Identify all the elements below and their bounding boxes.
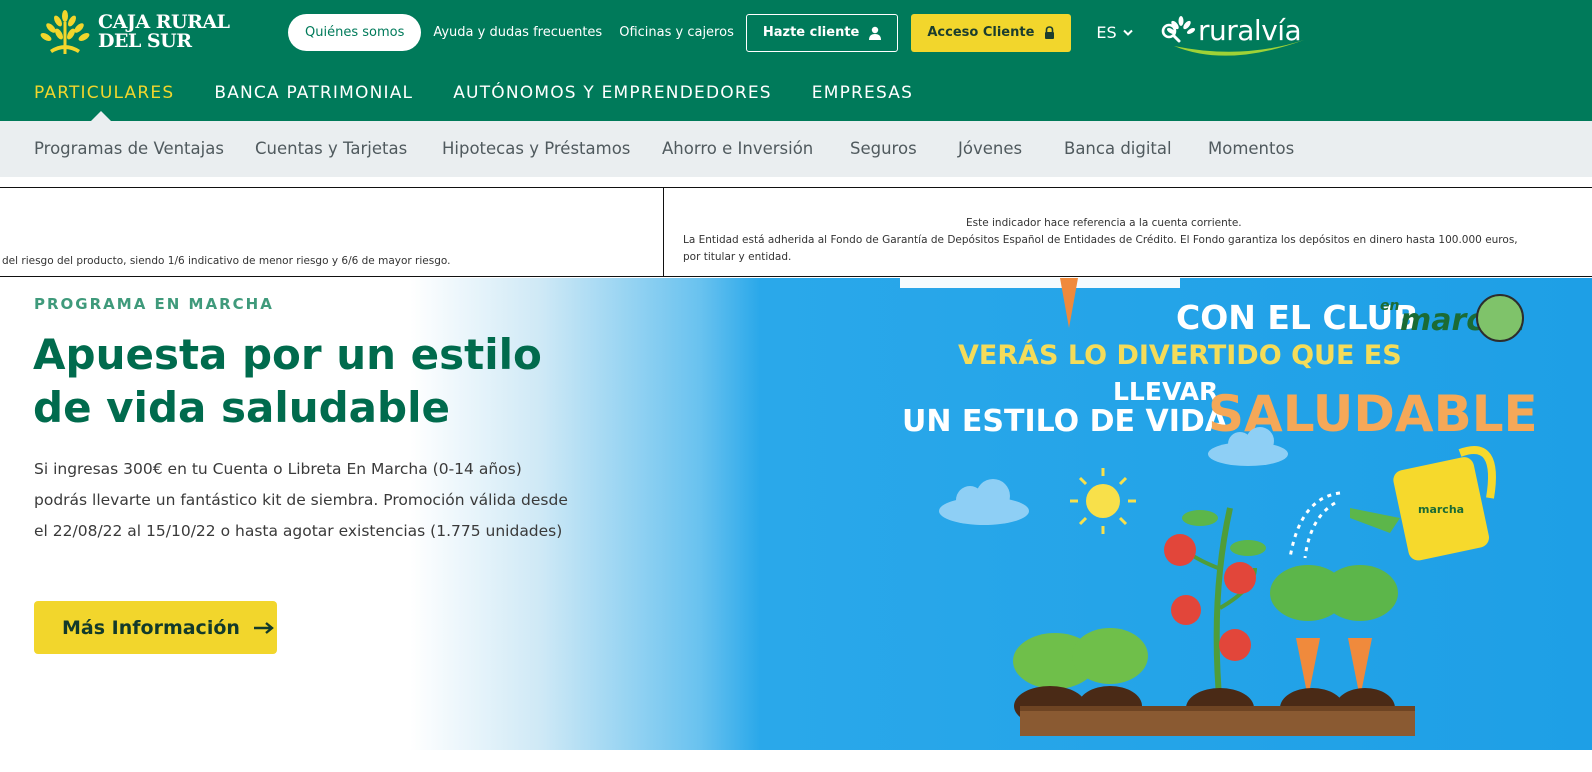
lettuce-icon (1013, 628, 1148, 689)
become-client-label: Hazte cliente (762, 25, 860, 40)
logo-line-2: DEL SUR (98, 30, 192, 52)
subnav-seguros[interactable]: Seguros (850, 139, 917, 158)
hero-eyebrow: PROGRAMA EN MARCHA (34, 295, 274, 313)
become-client-button[interactable]: Hazte cliente (745, 13, 899, 52)
ruralvia-logo[interactable]: ruralvía (1166, 14, 1311, 60)
watering-can-icon: marcha (1350, 446, 1496, 561)
logo-wordmark: CAJA RURAL DEL SUR (98, 13, 230, 52)
client-access-button[interactable]: Acceso Cliente (911, 13, 1072, 52)
hero-title-line-1: Apuesta por un estilo (33, 330, 542, 379)
top-links: Quiénes somos Ayuda y dudas frecuentes O… (288, 13, 1181, 52)
subnav-jovenes[interactable]: Jóvenes (958, 139, 1022, 158)
carrot-top-icon (1060, 278, 1078, 328)
nav-autonomos-emprendedores[interactable]: AUTÓNOMOS Y EMPRENDEDORES (453, 83, 772, 103)
art-line-llevar: LLEVAR (1113, 377, 1218, 406)
ruralvia-swoosh (1174, 40, 1304, 56)
language-label: ES (1096, 23, 1117, 42)
main-navigation: PARTICULARES BANCA PATRIMONIAL AUTÓNOMOS… (34, 83, 953, 103)
can-logo: marcha (1418, 503, 1464, 516)
regulatory-info-strip: del riesgo del producto, siendo 1/6 indi… (0, 187, 1592, 277)
offices-atms-link[interactable]: Oficinas y cajeros (619, 25, 734, 40)
nav-banca-patrimonial[interactable]: BANCA PATRIMONIAL (214, 83, 413, 103)
subnav-ahorro-inversion[interactable]: Ahorro e Inversión (662, 139, 813, 158)
hero-description: Si ingresas 300€ en tu Cuenta o Libreta … (34, 460, 568, 540)
client-access-label: Acceso Cliente (927, 25, 1035, 40)
indicator-reference-text: Este indicador hace referencia a la cuen… (966, 217, 1242, 229)
subnav-cuentas-tarjetas[interactable]: Cuentas y Tarjetas (255, 139, 407, 158)
help-faq-link[interactable]: Ayuda y dudas frecuentes (433, 25, 602, 40)
sub-navigation: Programas de Ventajas Cuentas y Tarjetas… (0, 121, 1592, 177)
carrot-icon (1270, 565, 1398, 698)
hero-title-line-2: de vida saludable (33, 383, 450, 432)
user-icon (869, 26, 882, 40)
subnav-banca-digital[interactable]: Banca digital (1064, 139, 1172, 158)
about-us-link[interactable]: Quiénes somos (288, 14, 422, 51)
tomato-plant-icon (1164, 507, 1266, 709)
caja-rural-logo[interactable]: CAJA RURAL DEL SUR (38, 10, 230, 54)
arrow-right-icon (253, 621, 274, 634)
risk-indicator-text: del riesgo del producto, siendo 1/6 indi… (2, 255, 451, 267)
subnav-hipotecas-prestamos[interactable]: Hipotecas y Préstamos (442, 139, 630, 158)
cropped-headline (900, 278, 1180, 288)
more-info-label: Más Información (62, 616, 240, 639)
art-line-estilo: UN ESTILO DE VIDA (902, 404, 1229, 439)
subnav-programas-ventajas[interactable]: Programas de Ventajas (34, 139, 224, 158)
top-header: CAJA RURAL DEL SUR Quiénes somos Ayuda y… (0, 0, 1592, 121)
wheat-logo-icon (40, 10, 90, 54)
hero-illustration: CON EL CLUB en marcha VERÁS LO DIVERTIDO… (900, 278, 1538, 736)
cloud-icon (939, 479, 1029, 525)
hero-banner: CON EL CLUB en marcha VERÁS LO DIVERTIDO… (0, 278, 1592, 750)
art-club-en: en (1380, 298, 1399, 314)
water-drops (1288, 491, 1341, 559)
more-info-button[interactable]: Más Información (34, 601, 277, 654)
hero-title: Apuesta por un estilo de vida saludable (33, 328, 593, 434)
art-line-divertido: VERÁS LO DIVERTIDO QUE ES (958, 339, 1402, 371)
globe-mascot-icon (1476, 294, 1524, 342)
chevron-down-icon (1122, 29, 1133, 36)
lock-icon (1045, 26, 1055, 39)
planter-rim (1020, 706, 1415, 711)
strip-divider (663, 188, 664, 277)
active-nav-indicator (91, 111, 111, 121)
nav-particulares[interactable]: PARTICULARES (34, 83, 174, 103)
sun-icon (1070, 468, 1136, 534)
nav-empresas[interactable]: EMPRESAS (812, 83, 913, 103)
language-selector[interactable]: ES (1096, 23, 1133, 42)
deposit-guarantee-text: La Entidad está adherida al Fondo de Gar… (683, 234, 1518, 263)
subnav-momentos[interactable]: Momentos (1208, 139, 1294, 158)
